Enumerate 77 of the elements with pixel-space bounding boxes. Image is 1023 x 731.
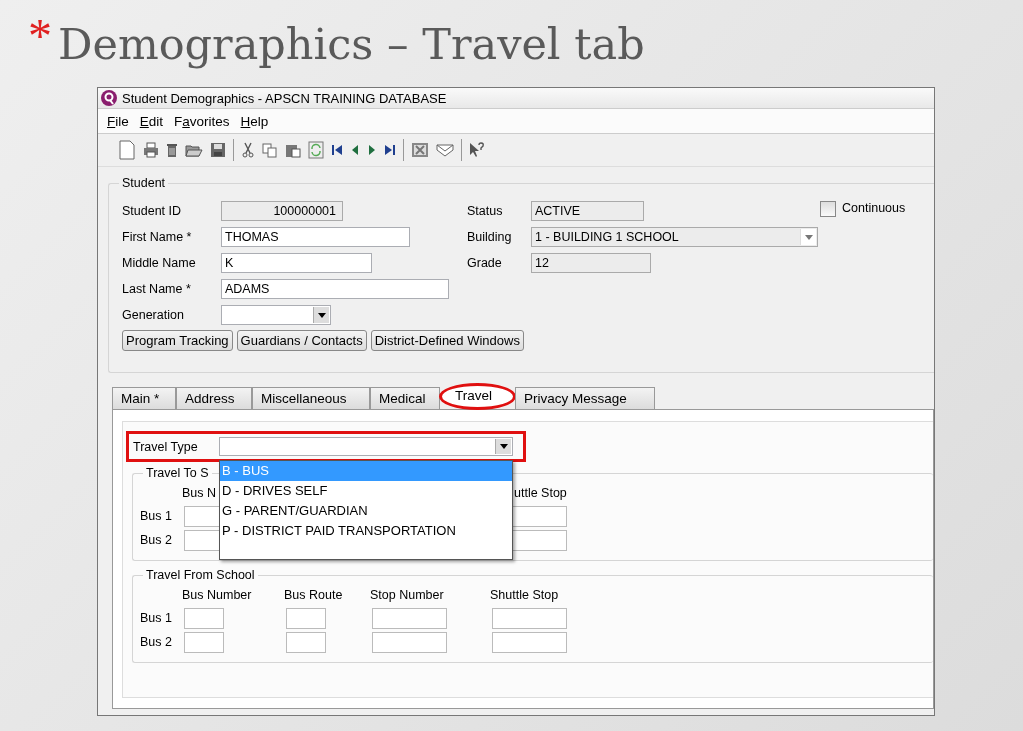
dropdown-field[interactable] <box>219 437 513 456</box>
text-field[interactable] <box>286 608 326 629</box>
field-label: First Name * <box>122 230 193 244</box>
text-field[interactable] <box>492 608 567 629</box>
row-label: Bus 2 <box>140 635 173 649</box>
column-header: Bus Number <box>182 588 252 602</box>
row-label: Bus 2 <box>140 533 173 547</box>
readonly-field: 100000001 <box>221 201 343 221</box>
help-pointer-icon[interactable] <box>469 142 485 158</box>
app-icon <box>101 90 117 106</box>
tab[interactable]: Miscellaneous <box>252 387 370 409</box>
field-label: Middle Name <box>122 256 197 270</box>
column-header: Bus Route <box>284 588 343 602</box>
dropdown-field[interactable]: 1 - BUILDING 1 SCHOOL <box>531 227 818 247</box>
action-button[interactable]: Guardians / Contacts <box>236 330 367 351</box>
field-label: Student ID <box>122 204 183 218</box>
field-label: Last Name * <box>122 282 192 296</box>
dropdown-option[interactable]: G - PARENT/GUARDIAN <box>220 501 512 521</box>
next-record-icon[interactable] <box>367 144 377 156</box>
text-field[interactable] <box>492 632 567 653</box>
row-label: Bus 1 <box>140 509 173 523</box>
readonly-field: ACTIVE <box>531 201 644 221</box>
field-label: Building <box>467 230 513 244</box>
tab[interactable]: Main * <box>112 387 176 409</box>
text-field[interactable]: THOMAS <box>221 227 410 247</box>
text-field[interactable] <box>286 632 326 653</box>
caret-icon <box>804 234 813 240</box>
menu-item[interactable]: Help <box>239 112 270 130</box>
column-header: Stop Number <box>370 588 444 602</box>
envelope-icon[interactable] <box>436 142 454 158</box>
scissors-icon[interactable] <box>241 142 255 158</box>
caret-icon <box>317 312 326 318</box>
refresh-icon[interactable] <box>308 141 324 159</box>
column-header: uttle Stop <box>514 486 567 500</box>
tab[interactable]: Address <box>176 387 252 409</box>
checkbox-label: Continuous <box>842 201 906 215</box>
field-label: Grade <box>467 256 503 270</box>
row-label: Bus 1 <box>140 611 173 625</box>
open-folder-icon[interactable] <box>185 142 203 158</box>
text-field[interactable]: K <box>221 253 372 273</box>
text-field[interactable]: ADAMS <box>221 279 449 299</box>
slide-title: Demographics – Travel tab <box>58 18 645 71</box>
spreadsheet-icon[interactable] <box>411 142 429 158</box>
menu-item[interactable]: Favorites <box>173 112 231 130</box>
field-label: Travel Type <box>133 439 199 454</box>
action-button[interactable]: Program Tracking <box>122 330 233 351</box>
last-record-icon[interactable] <box>384 144 396 156</box>
dropdown-option[interactable]: D - DRIVES SELF <box>220 481 512 501</box>
copy-icon[interactable] <box>262 142 278 158</box>
text-field[interactable] <box>184 608 224 629</box>
column-header: Bus N <box>182 486 217 500</box>
save-icon[interactable] <box>210 142 226 158</box>
text-field[interactable] <box>372 632 447 653</box>
previous-record-icon[interactable] <box>350 144 360 156</box>
tab[interactable]: Medical <box>370 387 440 409</box>
action-button[interactable]: District-Defined Windows <box>370 330 524 351</box>
dropdown-option[interactable]: P - DISTRICT PAID TRANSPORTATION <box>220 521 512 541</box>
caret-icon <box>499 444 508 449</box>
new-document-icon[interactable] <box>118 140 136 160</box>
menu-item[interactable]: Edit <box>138 112 165 130</box>
column-header: Shuttle Stop <box>490 588 559 602</box>
printer-icon[interactable] <box>143 142 159 158</box>
menu-item[interactable]: File <box>106 112 130 130</box>
text-field[interactable] <box>184 632 224 653</box>
window-title: Student Demographics - APSCN TRAINING DATABASE <box>122 90 447 106</box>
trash-icon[interactable] <box>166 142 178 158</box>
bullet-marker: * <box>28 10 52 62</box>
readonly-field: 12 <box>531 253 651 273</box>
field-label: Generation <box>122 308 185 322</box>
dropdown-field[interactable] <box>221 305 331 325</box>
checkbox[interactable] <box>820 201 836 217</box>
field-label: Status <box>467 204 504 218</box>
tab[interactable]: Privacy Message <box>515 387 655 409</box>
paste-icon[interactable] <box>285 142 301 158</box>
tab[interactable]: Travel <box>440 384 515 409</box>
first-record-icon[interactable] <box>331 144 343 156</box>
text-field[interactable] <box>372 608 447 629</box>
